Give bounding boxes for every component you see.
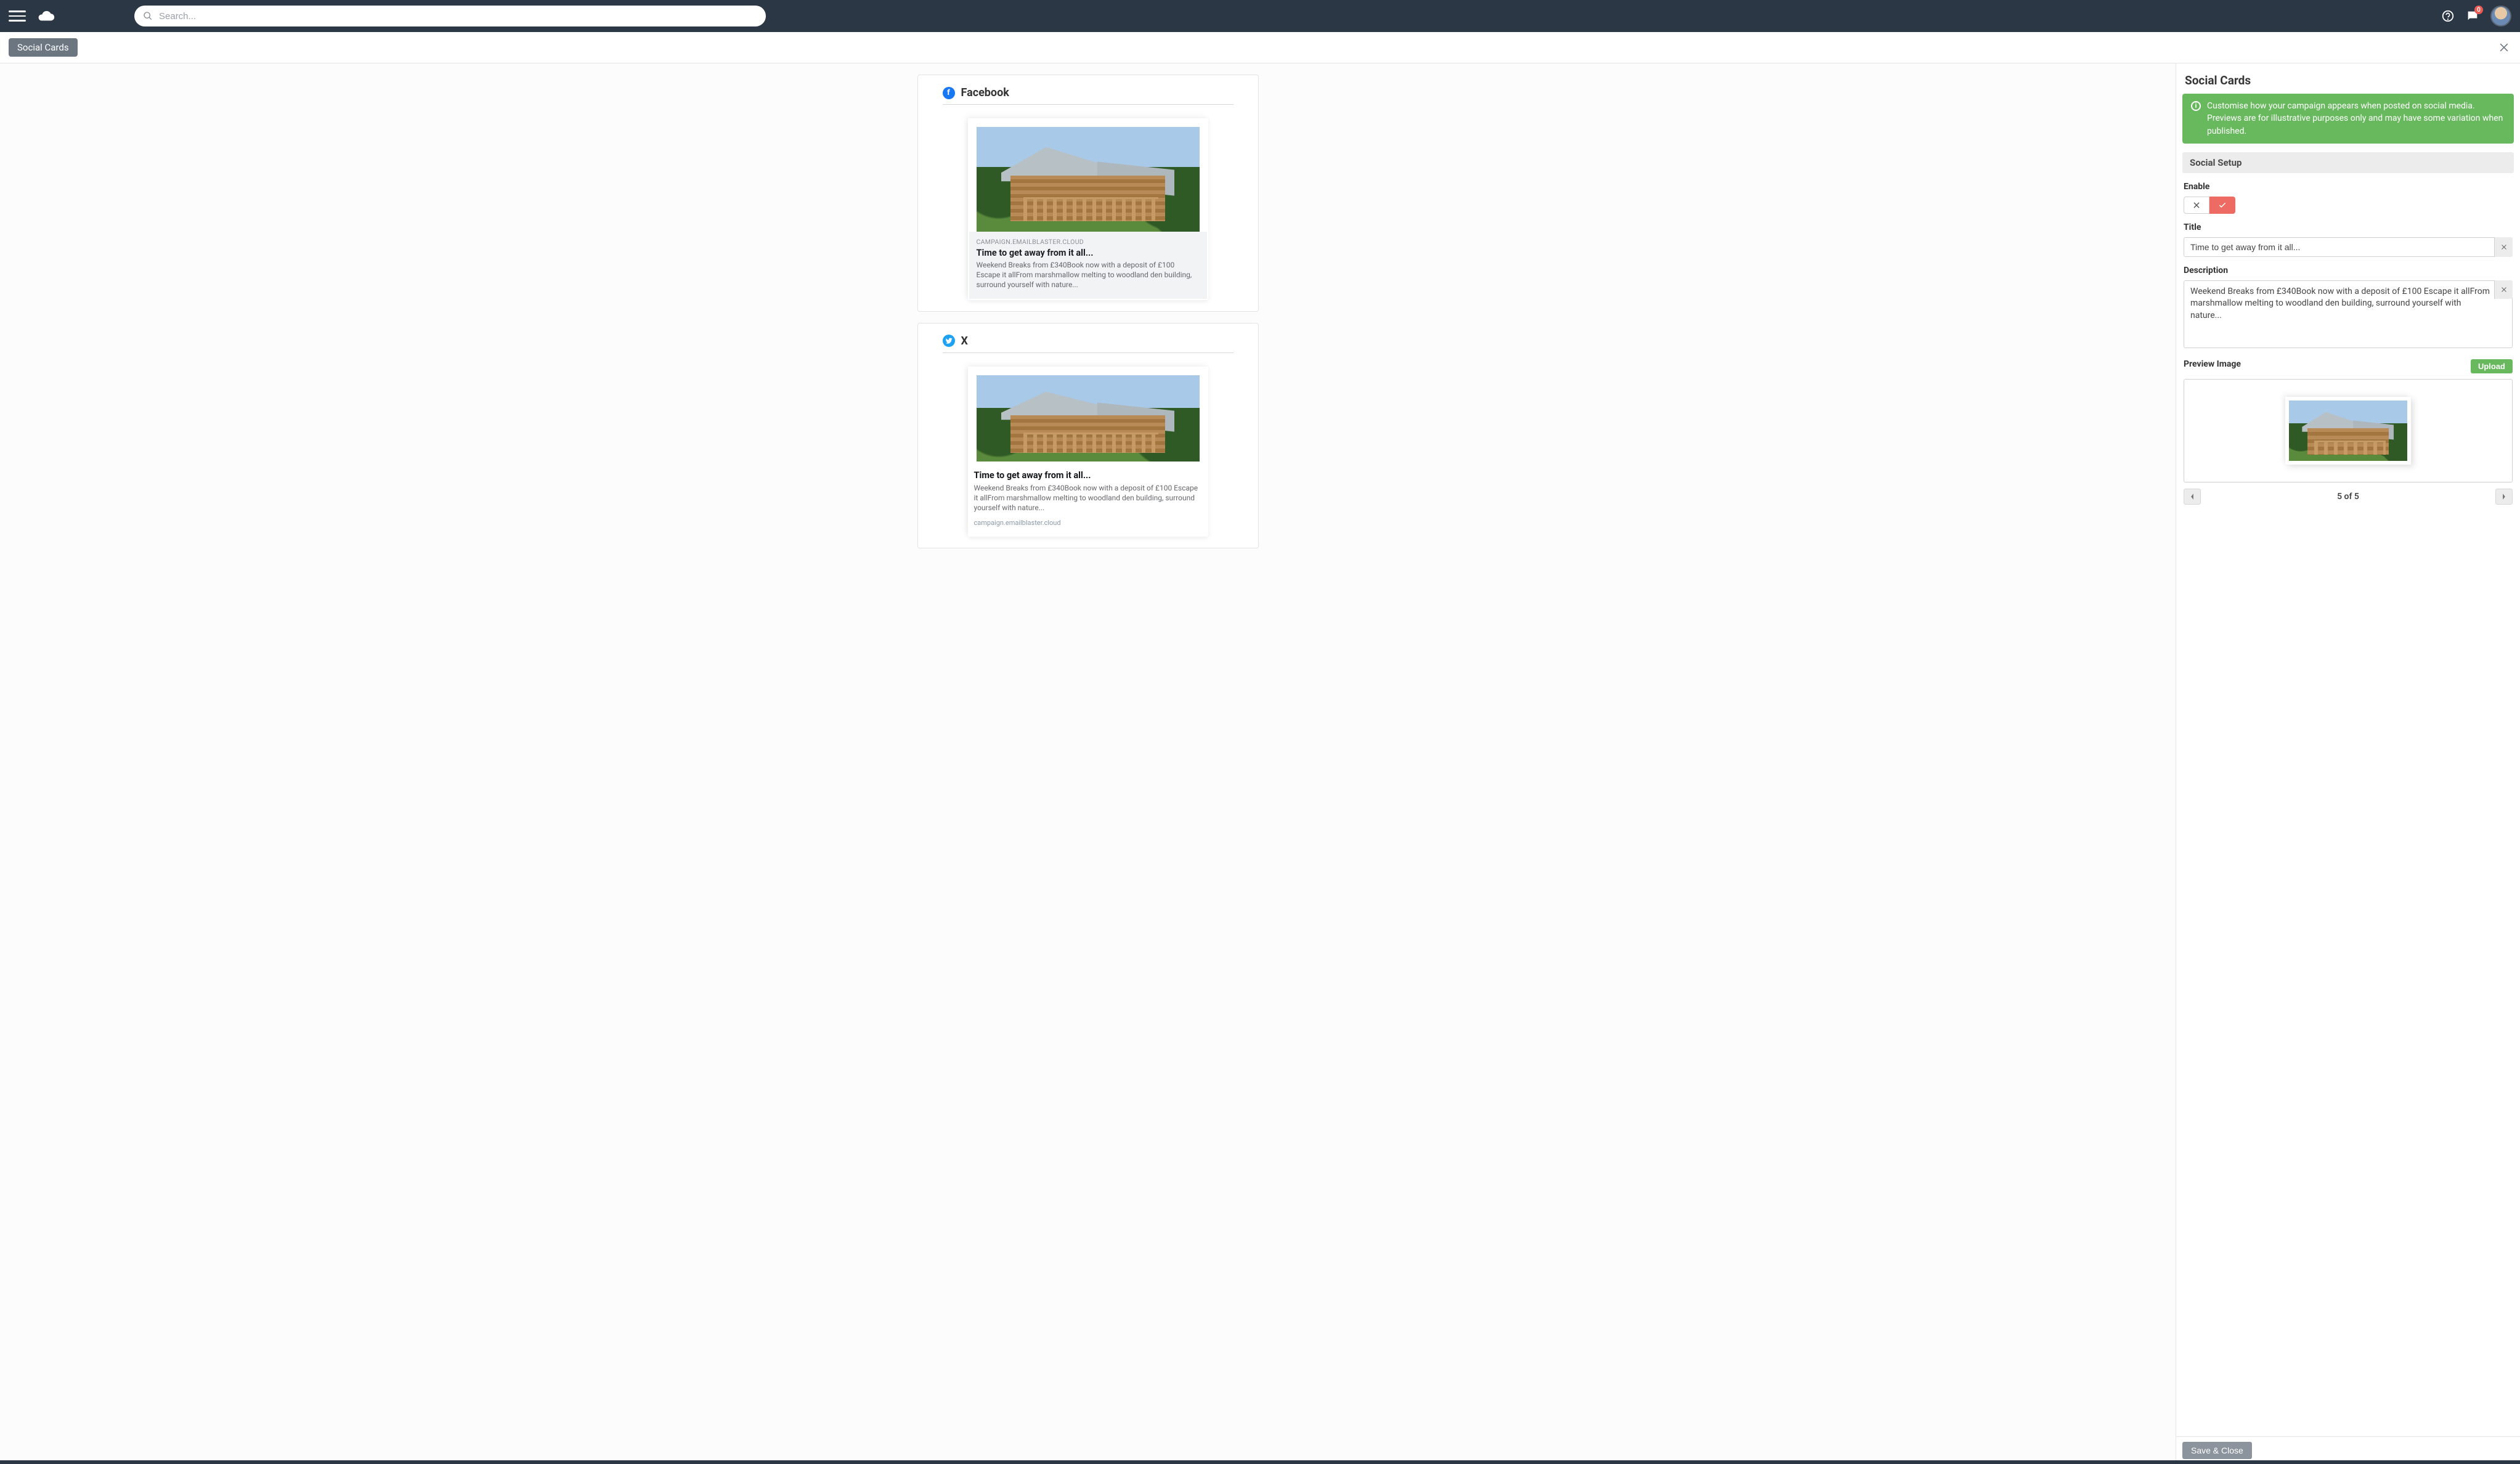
settings-pane: Social Cards i Customise how your campai… xyxy=(2176,63,2520,1463)
info-text: Customise how your campaign appears when… xyxy=(2207,100,2505,137)
facebook-caption: CAMPAIGN.EMAILBLASTER.CLOUD Time to get … xyxy=(969,232,1207,299)
description-input[interactable] xyxy=(2184,280,2513,348)
avatar[interactable] xyxy=(2490,6,2511,26)
x-title: Time to get away from it all... xyxy=(974,470,1202,481)
x-caption: Time to get away from it all... Weekend … xyxy=(969,462,1207,536)
topbar-right: 0 xyxy=(2441,6,2511,26)
title-input[interactable] xyxy=(2184,237,2513,257)
page-pill: Social Cards xyxy=(9,38,78,57)
menu-icon[interactable] xyxy=(9,7,26,25)
search-input[interactable] xyxy=(159,11,760,22)
title-field: Title xyxy=(2182,222,2514,257)
pager-text: 5 of 5 xyxy=(2337,492,2359,502)
x-image xyxy=(969,368,1207,462)
cloud-icon[interactable] xyxy=(37,7,55,25)
facebook-description: Weekend Breaks from £340Book now with a … xyxy=(977,260,1200,290)
enable-off-button[interactable] xyxy=(2184,197,2209,214)
title-label: Title xyxy=(2184,222,2513,232)
subheader: Social Cards xyxy=(0,32,2520,63)
section-social-setup: Social Setup xyxy=(2182,152,2514,173)
preview-pane: f Facebook CAMPAIGN.EMAILBLASTER.CLOUD T… xyxy=(0,63,2176,1463)
search-wrap xyxy=(134,6,766,26)
description-field: Description xyxy=(2182,266,2514,351)
main-layout: f Facebook CAMPAIGN.EMAILBLASTER.CLOUD T… xyxy=(0,63,2520,1463)
bottom-edge xyxy=(0,1460,2520,1464)
notification-badge: 0 xyxy=(2474,6,2483,14)
x-header: X xyxy=(943,335,1234,353)
info-icon: i xyxy=(2191,101,2201,111)
facebook-icon: f xyxy=(943,87,955,99)
close-icon[interactable] xyxy=(2497,40,2511,55)
panel-heading: Social Cards xyxy=(2185,73,2511,87)
facebook-label: Facebook xyxy=(961,86,1009,99)
info-alert: i Customise how your campaign appears wh… xyxy=(2182,94,2514,144)
pager-prev-button[interactable] xyxy=(2184,489,2201,505)
search-input-container[interactable] xyxy=(134,6,766,26)
facebook-title: Time to get away from it all... xyxy=(977,248,1200,258)
preview-thumbnail[interactable] xyxy=(2285,397,2411,465)
pager-next-button[interactable] xyxy=(2495,489,2513,505)
x-label: X xyxy=(961,335,968,348)
cabin-image xyxy=(977,127,1200,232)
facebook-header: f Facebook xyxy=(943,86,1234,105)
x-description: Weekend Breaks from £340Book now with a … xyxy=(974,483,1202,513)
enable-label: Enable xyxy=(2184,182,2513,192)
description-clear-button[interactable] xyxy=(2494,280,2513,299)
facebook-inner: CAMPAIGN.EMAILBLASTER.CLOUD Time to get … xyxy=(968,118,1208,300)
preview-image-label: Preview Image xyxy=(2184,359,2241,369)
cabin-image xyxy=(977,375,1200,462)
preview-image-field: Preview Image Upload 5 of 5 xyxy=(2182,359,2514,505)
save-close-button[interactable]: Save & Close xyxy=(2182,1442,2252,1459)
x-inner: Time to get away from it all... Weekend … xyxy=(968,367,1208,537)
enable-on-button[interactable] xyxy=(2209,197,2235,214)
facebook-domain: CAMPAIGN.EMAILBLASTER.CLOUD xyxy=(977,238,1200,246)
chat-icon[interactable]: 0 xyxy=(2466,9,2479,23)
help-icon[interactable] xyxy=(2441,9,2455,23)
preview-image-frame xyxy=(2184,379,2513,482)
image-pager: 5 of 5 xyxy=(2184,489,2513,505)
cabin-image xyxy=(2289,401,2407,461)
x-preview-card: X Time to get away from it all... Weeken… xyxy=(917,323,1259,549)
upload-button[interactable]: Upload xyxy=(2471,359,2513,373)
facebook-preview-card: f Facebook CAMPAIGN.EMAILBLASTER.CLOUD T… xyxy=(917,75,1259,312)
title-clear-button[interactable] xyxy=(2494,237,2513,257)
description-label: Description xyxy=(2184,266,2513,275)
facebook-image xyxy=(969,120,1207,232)
search-icon xyxy=(143,11,153,21)
x-domain: campaign.emailblaster.cloud xyxy=(974,519,1202,527)
twitter-icon xyxy=(943,335,955,347)
enable-toggle xyxy=(2184,197,2513,214)
app-topbar: 0 xyxy=(0,0,2520,32)
enable-field: Enable xyxy=(2182,182,2514,214)
